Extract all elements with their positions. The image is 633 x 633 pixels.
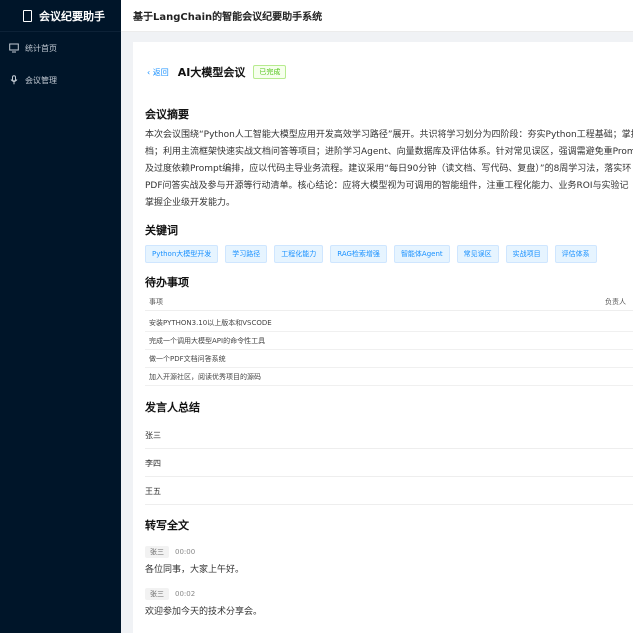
todo-item: 完成一个调用大模型API的命令性工具 [149,336,266,345]
todo-title: 待办事项 [145,276,189,289]
sidebar-item-dashboard[interactable]: 统计首页 [0,32,121,64]
divider [145,504,633,505]
keyword-tag: 常见误区 [456,245,499,263]
divider [145,476,633,477]
keyword-tag: 工程化能力 [274,245,324,263]
summary-line: 本次会议围绕“Python人工智能大模型应用开发高效学习路径”展开。共识将学习划… [145,130,633,140]
keywords-title: 关键词 [145,224,178,237]
keyword-tag: 智能体Agent [393,245,450,263]
title-card: ‹ 返回 AI大模型会议 已完成 [133,42,633,102]
todo-table-header: 事项 负责人 [145,297,633,311]
transcript-meta: 张三 00:00 [145,546,195,558]
brand-title: 会议纪要助手 [39,9,105,23]
monitor-icon [9,43,19,53]
transcript-title: 转写全文 [145,519,189,532]
todo-col-task: 事项 [149,298,163,306]
microphone-icon [9,75,19,85]
summary-text: 本次会议围绕“Python人工智能大模型应用开发高效学习路径”展开。共识将学习划… [145,127,633,212]
phone-icon [23,9,32,22]
status-badge: 已完成 [253,65,287,79]
keyword-tag: 学习路径 [225,245,268,263]
speakers-title: 发言人总结 [145,401,200,414]
content-area: ‹ 返回 AI大模型会议 已完成 会议摘要 本次会议围绕“Python人工智能大… [121,32,633,633]
todo-col-owner: 负责人 [605,298,626,306]
keyword-tag: 评估体系 [554,245,597,263]
back-label: 返回 [152,67,169,77]
table-row: 做一个PDF文档问答系统 [145,350,633,368]
transcript-time: 00:00 [175,548,196,556]
transcript-speaker: 张三 [145,588,169,600]
keyword-tag: 实战项目 [505,245,548,263]
sidebar: 会议纪要助手 统计首页 会议管理 [0,0,121,633]
divider [145,448,633,449]
todo-item: 加入开源社区，阅读优秀项目的源码 [149,372,261,381]
keyword-tags: Python大模型开发 学习路径 工程化能力 RAG检索增强 智能体Agent … [145,245,597,263]
summary-title: 会议摘要 [145,108,189,121]
summary-line: PDF问答实战及参与开源等行动清单。核心结论：应将大模型视为可调用的智能组件，注… [145,181,629,191]
transcript-time: 00:02 [175,590,196,598]
speaker-name: 王五 [145,487,161,496]
transcript-text: 欢迎参加今天的技术分享会。 [145,607,263,617]
keyword-tag: RAG检索增强 [330,245,387,263]
table-row: 安装PYTHON3.10以上版本和VSCODE [145,314,633,332]
keyword-tag: Python大模型开发 [145,245,219,263]
sidebar-item-meetings[interactable]: 会议管理 [0,64,121,96]
speaker-name: 李四 [145,459,161,468]
transcript-meta: 张三 00:02 [145,588,195,600]
brand: 会议纪要助手 [0,0,121,32]
sidebar-item-label: 统计首页 [25,43,57,53]
back-button[interactable]: ‹ 返回 [147,67,169,78]
transcript-speaker: 张三 [145,546,169,558]
table-row: 加入开源社区，阅读优秀项目的源码 [145,368,633,386]
page-title: AI大模型会议 [177,66,246,79]
todo-item: 安装PYTHON3.10以上版本和VSCODE [149,318,272,327]
summary-line: 掌握企业级开发能力。 [145,198,236,208]
todo-item: 做一个PDF文档问答系统 [149,354,226,363]
transcript-text: 各位同事，大家上午好。 [145,565,245,575]
header-title: 基于LangChain的智能会议纪要助手系统 [133,12,323,23]
sidebar-item-label: 会议管理 [25,75,57,85]
summary-line: 档；利用主流框架快速实战文档问答等项目；进阶学习Agent、向量数据库及评估体系… [145,147,633,157]
summary-line: 及过度依赖Prompt编排，应以代码主导业务流程。建议采用“每日90分钟（读文档… [145,164,632,174]
table-row: 完成一个调用大模型API的命令性工具 [145,332,633,350]
speaker-name: 张三 [145,431,161,440]
app-header: 基于LangChain的智能会议纪要助手系统 [121,0,633,32]
